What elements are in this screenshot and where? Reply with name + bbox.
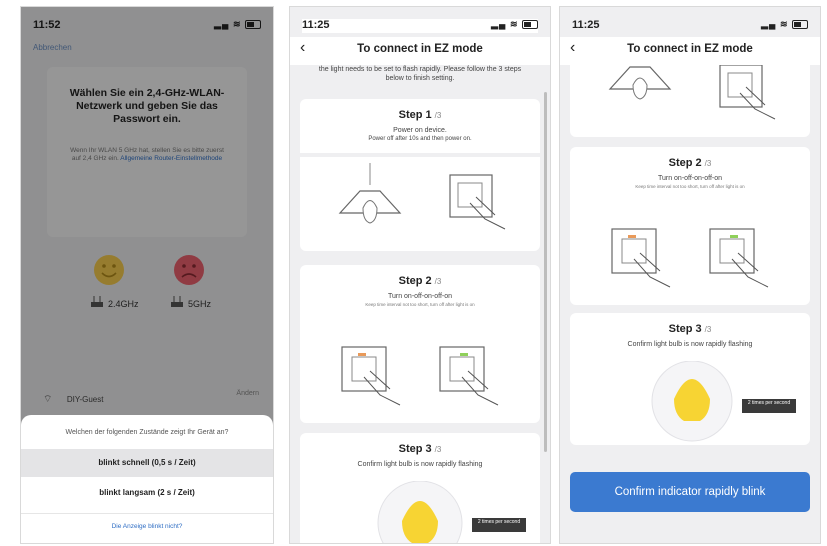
- step1-header: Step 1/3: [300, 99, 540, 123]
- signal-icon: ▂▄: [491, 19, 507, 29]
- step2-tiny: Keep time interval not too short, turn o…: [365, 302, 475, 307]
- phone-screen-ez-steps: 11:25 ▂▄ ≋ ‹ To connect in EZ mode the l…: [289, 6, 551, 544]
- page-title: To connect in EZ mode: [357, 43, 483, 55]
- step2-header: Step 2/3: [300, 265, 540, 289]
- step3-count: /3: [434, 445, 442, 454]
- intro-text: the light needs to be set to flash rapid…: [318, 66, 522, 82]
- step2-illustration: [341, 346, 499, 406]
- wall-switch-icon: [709, 228, 769, 288]
- step1-title: Step 1: [398, 109, 432, 121]
- option-fast-blink[interactable]: blinkt schnell (0,5 s / Zeit): [21, 449, 273, 477]
- step2-card: Step 2/3 Turn on-off-on-off-on Keep time…: [570, 147, 810, 305]
- wall-switch-icon: [341, 346, 401, 406]
- nav-bar: ‹ To connect in EZ mode: [290, 37, 550, 65]
- blink-state-sheet: Welchen der folgenden Zustände zeigt Ihr…: [21, 415, 273, 543]
- step2-title: Step 2: [668, 157, 702, 169]
- step3-card: Step 3/3 Confirm light bulb is now rapid…: [300, 433, 540, 543]
- not-blinking-link[interactable]: Die Anzeige blinkt nicht?: [21, 523, 273, 530]
- scrollbar[interactable]: [544, 92, 547, 452]
- step3-line1: Confirm light bulb is now rapidly flashi…: [627, 341, 753, 348]
- wifi-icon: ≋: [779, 19, 789, 29]
- step2-line1: Turn on-off-on-off-on: [657, 175, 723, 182]
- step1-line2: Power off after 10s and then power on.: [368, 136, 472, 142]
- step2-count: /3: [434, 277, 442, 286]
- step3-header: Step 3/3: [570, 313, 810, 337]
- step3-card: Step 3/3 Confirm light bulb is now rapid…: [570, 313, 810, 445]
- sheet-question: Welchen der folgenden Zustände zeigt Ihr…: [65, 429, 229, 436]
- status-bar: 11:25 ▂▄ ≋: [302, 19, 538, 33]
- step3-title: Step 3: [398, 443, 432, 455]
- nav-bar: ‹ To connect in EZ mode: [560, 37, 820, 65]
- status-icons: ▂▄ ≋: [761, 19, 808, 30]
- status-time: 11:25: [302, 19, 330, 31]
- option-slow-blink[interactable]: blinkt langsam (2 s / Zeit): [21, 479, 273, 507]
- step1-illustration: [608, 65, 776, 120]
- step2-illustration: [611, 228, 769, 288]
- divider: [21, 513, 273, 514]
- signal-icon: ▂▄: [761, 19, 777, 29]
- step3-header: Step 3/3: [300, 433, 540, 457]
- step2-header: Step 2/3: [570, 147, 810, 171]
- step2-line1: Turn on-off-on-off-on: [387, 293, 453, 300]
- step3-line1: Confirm light bulb is now rapidly flashi…: [357, 461, 483, 468]
- blink-rate-badge: 2 times per second: [472, 518, 526, 532]
- step2-tiny: Keep time interval not too short, turn o…: [635, 184, 745, 189]
- step1-card-partial: [570, 65, 810, 137]
- wifi-icon: ≋: [509, 19, 519, 29]
- wall-switch-icon: [449, 174, 506, 230]
- lamp-icon: [338, 163, 402, 224]
- step2-card: Step 2/3 Turn on-off-on-off-on Keep time…: [300, 265, 540, 423]
- battery-icon: [522, 20, 538, 30]
- bulb-icon: [377, 481, 463, 543]
- lamp-icon: [608, 66, 672, 100]
- status-time: 11:25: [572, 19, 600, 31]
- battery-icon: [792, 20, 808, 30]
- step2-count: /3: [704, 159, 712, 168]
- blink-rate-badge: 2 times per second: [742, 399, 796, 413]
- phone-screen-ez-confirm: 11:25 ▂▄ ≋ ‹ To connect in EZ mode Step …: [559, 6, 821, 544]
- step1-count: /3: [434, 111, 442, 120]
- wall-switch-icon: [439, 346, 499, 406]
- page-title: To connect in EZ mode: [627, 43, 753, 55]
- step2-title: Step 2: [398, 275, 432, 287]
- step3-count: /3: [704, 325, 712, 334]
- wall-switch-icon: [719, 65, 776, 120]
- step1-card: Step 1/3 Power on device. Power off afte…: [300, 99, 540, 251]
- confirm-rapid-blink-button[interactable]: Confirm indicator rapidly blink: [570, 472, 810, 512]
- step1-line1: Power on device.: [393, 127, 447, 134]
- step1-illustration: [338, 163, 506, 230]
- phone-screen-wifi-selection: 11:52 ▂▄ ≋ Abbrechen Wählen Sie ein 2,4-…: [20, 6, 274, 544]
- wall-switch-icon: [611, 228, 671, 288]
- step3-title: Step 3: [668, 323, 702, 335]
- status-bar: 11:25 ▂▄ ≋: [572, 19, 808, 33]
- bulb-icon: [651, 361, 733, 442]
- status-icons: ▂▄ ≋: [491, 19, 538, 30]
